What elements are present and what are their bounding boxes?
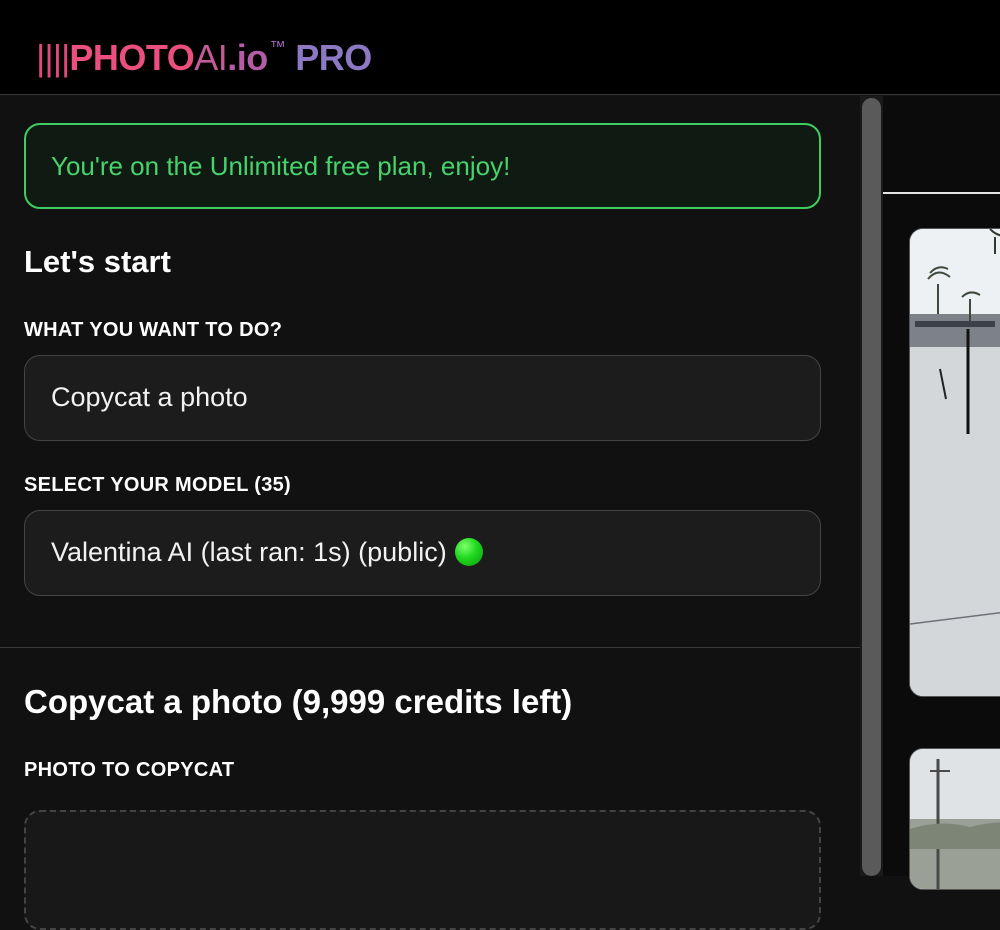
result-photo-thumbnail-2[interactable] <box>909 748 1000 890</box>
scrollbar-thumb[interactable] <box>862 98 881 876</box>
results-tab-underline <box>883 192 1000 194</box>
model-select-row: Valentina AI (last ran: 1s) (public) <box>51 537 483 568</box>
section-divider <box>0 647 860 648</box>
plan-banner-text: You're on the Unlimited free plan, enjoy… <box>51 151 511 181</box>
logo-ai-text: AI <box>194 37 228 78</box>
model-online-status-icon <box>454 538 483 566</box>
logo-bars-icon: |||| <box>36 37 70 78</box>
plan-banner: You're on the Unlimited free plan, enjoy… <box>24 123 821 209</box>
desert-street-image <box>910 749 1000 889</box>
logo-trademark: ™ <box>269 39 286 56</box>
logo-io-text: .io <box>227 37 268 78</box>
copycat-heading: Copycat a photo (9,999 credits left) <box>24 683 573 720</box>
task-label: WHAT YOU WANT TO DO? <box>24 319 283 341</box>
model-label: SELECT YOUR MODEL (35) <box>24 474 292 496</box>
start-heading: Let's start <box>24 244 171 279</box>
top-bar: ||||PHOTOAI.io ™ PRO <box>0 0 1000 95</box>
photo-upload-dropzone[interactable] <box>24 810 821 930</box>
logo-photo-text: PHOTO <box>69 37 195 78</box>
model-select-value: Valentina AI (last ran: 1s) (public) <box>51 537 447 567</box>
task-select[interactable]: Copycat a photo <box>24 355 821 441</box>
task-select-value: Copycat a photo <box>51 382 248 412</box>
street-scene-image <box>910 229 1000 696</box>
photoai-logo[interactable]: ||||PHOTOAI.io ™ PRO <box>36 27 372 78</box>
result-photo-thumbnail[interactable] <box>909 228 1000 697</box>
photo-to-copycat-label: PHOTO TO COPYCAT <box>24 759 235 781</box>
logo-pro-badge: PRO <box>295 37 372 78</box>
model-select[interactable]: Valentina AI (last ran: 1s) (public) <box>24 510 821 596</box>
